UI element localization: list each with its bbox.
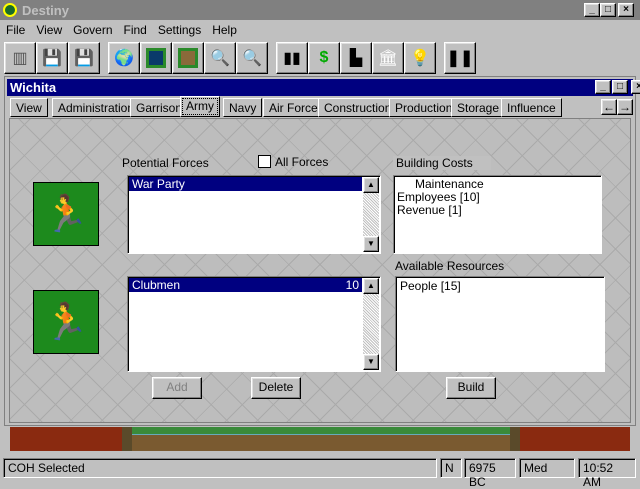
load-button[interactable]: 💾 — [68, 42, 100, 74]
app-title-bar: Destiny — [0, 0, 640, 20]
unit-count: 10 — [345, 278, 359, 292]
army-panel: Potential Forces All Forces Building Cos… — [9, 118, 631, 423]
zoom-in-button[interactable]: 🔍 — [204, 42, 236, 74]
unit-name: Clubmen — [132, 278, 181, 292]
resource-people: People [15] — [400, 279, 461, 293]
tab-administration[interactable]: Administration — [52, 98, 141, 117]
scroll-down-button[interactable]: ▼ — [363, 236, 379, 252]
city-view-strip — [10, 427, 630, 451]
tab-army[interactable]: Army — [180, 96, 220, 117]
capitol-button[interactable]: 🏛 — [372, 42, 404, 74]
build-button[interactable]: Build — [446, 377, 496, 399]
menu-help[interactable]: Help — [206, 21, 242, 40]
potential-unit-image: 🏃 — [33, 182, 99, 246]
scroll-up-button[interactable]: ▲ — [363, 278, 379, 294]
pause-button[interactable]: ❚❚ — [444, 42, 476, 74]
tab-storage[interactable]: Storage — [451, 98, 506, 117]
clubman-icon: 🏃 — [43, 193, 89, 234]
scrollbar[interactable]: ▲ ▼ — [363, 177, 379, 252]
menu-settings[interactable]: Settings — [152, 21, 206, 40]
status-speed: Med — [519, 458, 575, 478]
potential-forces-list[interactable]: War Party ▲ ▼ — [127, 175, 381, 254]
scrollbar[interactable]: ▲ ▼ — [363, 278, 379, 370]
list-item-label: War Party — [132, 177, 185, 191]
city-title: Wichita — [10, 80, 57, 95]
map-icon — [146, 48, 166, 68]
money-icon: $ — [319, 49, 329, 66]
child-minimize-button[interactable]: _ — [595, 80, 611, 94]
app-title: Destiny — [22, 3, 69, 18]
menu-govern[interactable]: Govern — [67, 21, 117, 40]
menu-view[interactable]: View — [30, 21, 67, 40]
app-icon — [3, 3, 17, 17]
status-message: COH Selected — [3, 458, 437, 478]
tab-scroll-left-button[interactable]: ← — [601, 99, 617, 115]
unit-image: 🏃 — [33, 290, 99, 354]
menu-bar: File View Govern Find Settings Help — [0, 21, 242, 40]
close-button[interactable]: × — [618, 3, 634, 17]
capitol-icon: 🏛 — [377, 50, 399, 67]
tab-scroll-right-button[interactable]: → — [617, 99, 633, 115]
tab-air-force[interactable]: Air Force — [263, 98, 324, 117]
city-button[interactable]: ▮▮ — [276, 42, 308, 74]
money-button[interactable]: $ — [308, 42, 340, 74]
zoom-out-button[interactable]: 🔍 — [236, 42, 268, 74]
maximize-button[interactable]: □ — [600, 3, 616, 17]
tab-construction[interactable]: Construction — [318, 98, 398, 117]
child-close-button[interactable]: × — [631, 80, 640, 94]
minimap-icon — [178, 48, 198, 68]
child-maximize-button[interactable]: □ — [612, 80, 628, 94]
load-icon: 💾 — [74, 50, 94, 67]
list-item[interactable]: War Party — [129, 177, 362, 191]
menu-find[interactable]: Find — [118, 21, 152, 40]
globe-icon: 🌍 — [114, 50, 134, 67]
lightbulb-icon: 💡 — [410, 50, 430, 67]
city-view-map[interactable] — [122, 427, 520, 451]
building-costs-box: Maintenance Employees [10] Revenue [1] — [393, 175, 602, 254]
city-window: Wichita _ □ × View Administration Garris… — [4, 76, 640, 426]
clubman-icon: 🏃 — [43, 301, 89, 342]
delete-button[interactable]: Delete — [251, 377, 301, 399]
minimize-button[interactable]: _ — [584, 3, 600, 17]
exit-button[interactable]: ▥ — [4, 42, 36, 74]
potential-forces-label: Potential Forces — [122, 156, 209, 170]
all-forces-label: All Forces — [275, 155, 329, 169]
pause-icon: ❚❚ — [446, 50, 474, 67]
all-forces-checkbox[interactable] — [258, 155, 271, 168]
available-resources-box: People [15] — [395, 276, 605, 372]
globe-button[interactable]: 🌍 — [108, 42, 140, 74]
list-item[interactable]: Clubmen 10 — [129, 278, 362, 292]
city-icon: ▮▮ — [283, 50, 301, 67]
save-button[interactable]: 💾 — [36, 42, 68, 74]
exit-icon: ▥ — [12, 50, 28, 67]
save-icon: 💾 — [42, 50, 62, 67]
hat-button[interactable]: ▙ — [340, 42, 372, 74]
status-direction: N — [440, 458, 462, 478]
city-window-title-bar: Wichita — [7, 79, 633, 96]
scroll-up-button[interactable]: ▲ — [363, 177, 379, 193]
zoom-out-icon: 🔍 — [242, 50, 262, 67]
status-year: 6975 BC — [464, 458, 516, 489]
available-resources-label: Available Resources — [395, 259, 505, 273]
zoom-in-icon: 🔍 — [210, 50, 230, 67]
hat-icon: ▙ — [349, 50, 363, 67]
menu-file[interactable]: File — [0, 21, 30, 40]
lightbulb-button[interactable]: 💡 — [404, 42, 436, 74]
building-costs-label: Building Costs — [393, 156, 491, 170]
units-list[interactable]: Clubmen 10 ▲ ▼ — [127, 276, 381, 372]
tab-influence[interactable]: Influence — [501, 98, 562, 117]
add-button[interactable]: Add — [152, 377, 202, 399]
minimap-button[interactable] — [172, 42, 204, 74]
scroll-down-button[interactable]: ▼ — [363, 354, 379, 370]
cost-revenue: Revenue [1] — [397, 203, 462, 217]
tab-production[interactable]: Production — [389, 98, 459, 117]
status-time: 10:52 AM — [578, 458, 636, 489]
tab-view[interactable]: View — [10, 98, 48, 117]
tab-navy[interactable]: Navy — [223, 98, 263, 117]
map-button[interactable] — [140, 42, 172, 74]
